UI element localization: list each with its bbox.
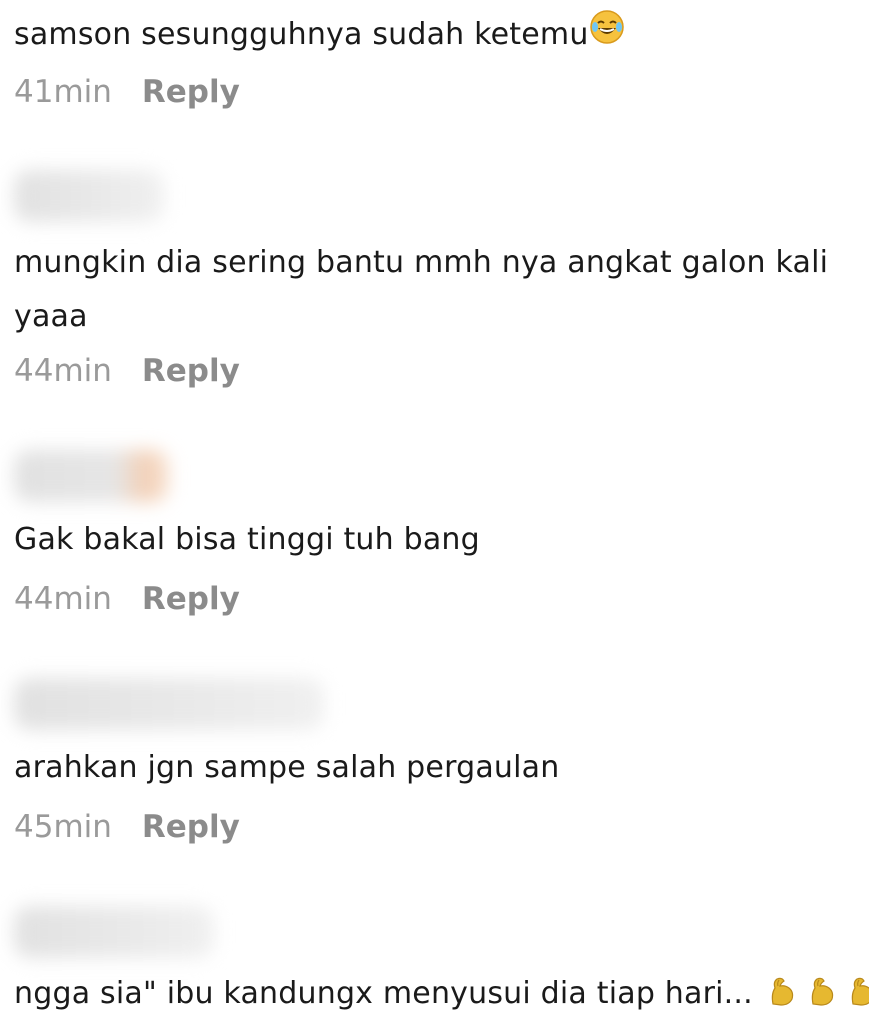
flexed-biceps-icon — [799, 968, 839, 1022]
comment-time: 44min — [14, 353, 112, 389]
blurred-username — [14, 678, 324, 730]
comment-text: ngga sia" ibu kandungx menyusui dia tiap… — [14, 967, 869, 1022]
reply-button[interactable]: Reply — [142, 351, 240, 391]
blurred-username — [14, 170, 164, 222]
comment-meta: 44min Reply — [14, 351, 240, 391]
comment-text: samson sesungguhnya sudah ketemu — [14, 8, 625, 63]
comment-time: 44min — [14, 581, 112, 617]
comment-meta: 44min Reply — [14, 579, 240, 619]
comment-text-content: ngga sia" ibu kandungx menyusui dia tiap… — [14, 976, 753, 1011]
reply-button[interactable]: Reply — [142, 807, 240, 847]
comment-time: 41min — [14, 74, 112, 110]
flexed-biceps-icon — [759, 968, 799, 1022]
blurred-username — [14, 906, 214, 958]
comment-text-content: samson sesungguhnya sudah ketemu — [14, 17, 589, 52]
comment-meta: 45min Reply — [14, 807, 240, 847]
flexed-biceps-icon — [839, 968, 869, 1022]
comment-meta: 41min Reply — [14, 72, 240, 112]
comment-time: 45min — [14, 809, 112, 845]
comment-text: Gak bakal bisa tinggi tuh bang — [14, 522, 480, 557]
reply-button[interactable]: Reply — [142, 72, 240, 112]
comment-text: arahkan jgn sampe salah pergaulan — [14, 750, 560, 785]
comment-text: mungkin dia sering bantu mmh nya angkat … — [14, 245, 829, 334]
laughing-tears-icon — [589, 9, 625, 63]
reply-button[interactable]: Reply — [142, 579, 240, 619]
blurred-username — [14, 450, 169, 502]
